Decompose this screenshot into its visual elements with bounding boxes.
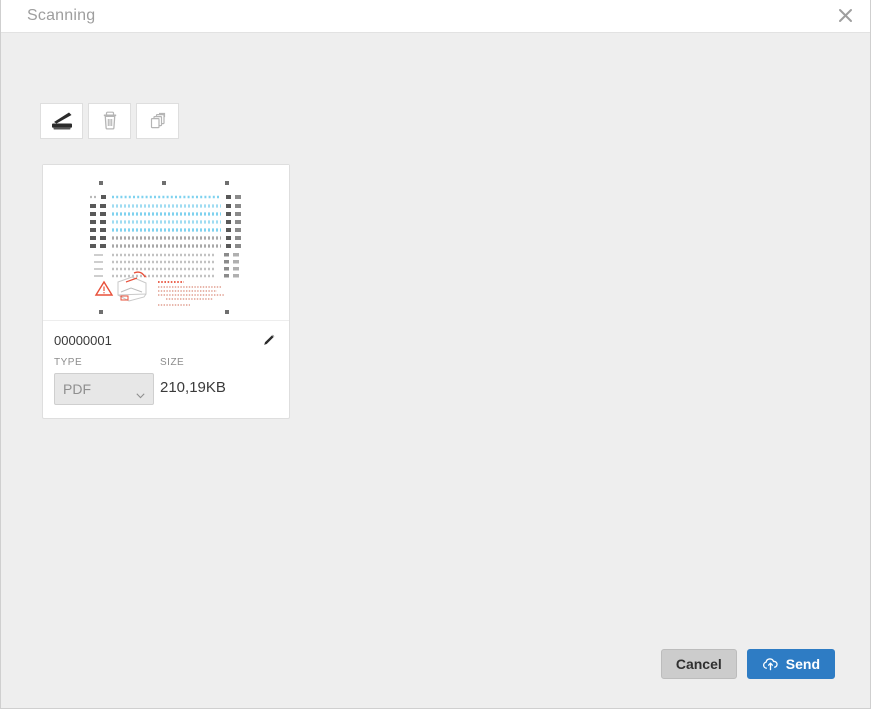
type-label: TYPE (54, 357, 83, 368)
delete-button[interactable] (88, 103, 131, 139)
title-bar: Scanning (1, 0, 870, 33)
cloud-upload-icon (762, 657, 786, 671)
dialog-body: 00000001 TYPE PDF SIZE 210,19KB Cancel S… (1, 33, 870, 708)
toolbar (40, 103, 179, 139)
document-metadata: 00000001 TYPE PDF SIZE 210,19KB (43, 321, 289, 418)
scan-button[interactable] (40, 103, 83, 139)
cancel-button[interactable]: Cancel (660, 649, 737, 679)
cancel-button-label: Cancel (675, 656, 722, 672)
scanned-page-preview (73, 165, 259, 315)
duplicate-button[interactable] (136, 103, 179, 139)
close-button[interactable] (820, 0, 870, 31)
size-label: SIZE (160, 357, 185, 368)
send-button-label: Send (785, 656, 820, 672)
page-title: Scanning (27, 7, 96, 24)
document-filename: 00000001 (54, 332, 112, 348)
copy-pages-icon (147, 110, 169, 132)
dialog-footer: Cancel Send (660, 649, 835, 679)
document-thumbnail[interactable] (43, 165, 289, 321)
trash-icon (99, 110, 121, 132)
scanning-dialog: Scanning 00000001 TYPE PDF SIZE 210,19KB… (0, 0, 871, 709)
filename-row: 00000001 (54, 330, 278, 350)
close-icon (837, 7, 854, 24)
type-select-wrapper: PDF (54, 373, 154, 405)
pencil-icon (261, 333, 276, 348)
scanner-icon (49, 110, 75, 132)
size-value: 210,19KB (160, 379, 226, 396)
type-select[interactable]: PDF (54, 373, 154, 405)
send-button[interactable]: Send (746, 649, 835, 679)
size-field: SIZE 210,19KB (160, 358, 226, 405)
document-fields: TYPE PDF SIZE 210,19KB (54, 358, 278, 405)
edit-filename-button[interactable] (259, 333, 278, 348)
document-card[interactable]: 00000001 TYPE PDF SIZE 210,19KB (42, 164, 290, 419)
type-field: TYPE PDF (54, 358, 154, 405)
